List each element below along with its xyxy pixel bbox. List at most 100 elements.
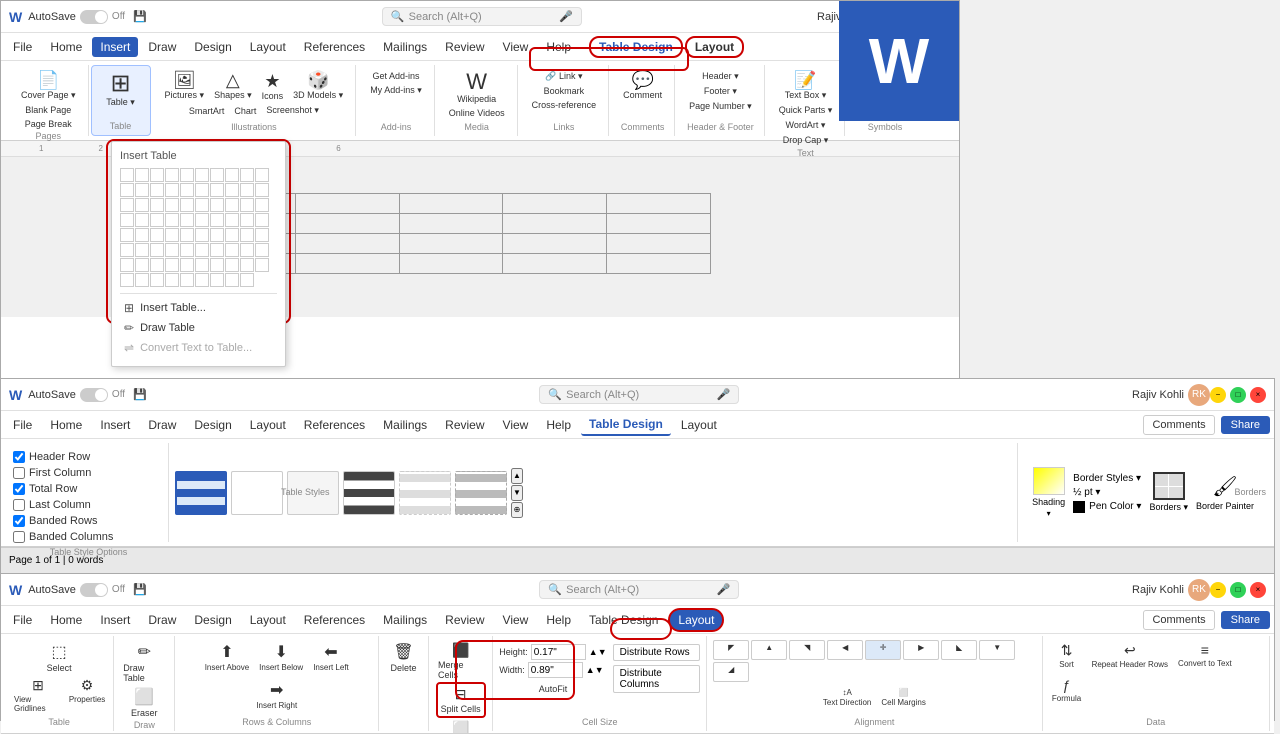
split-table-btn[interactable]: ⬜ Split Table bbox=[437, 718, 484, 734]
menu-insert-2[interactable]: Insert bbox=[92, 415, 138, 435]
table-grid-cell[interactable] bbox=[195, 198, 209, 212]
menu-file-1[interactable]: File bbox=[5, 37, 40, 57]
3d-models-btn[interactable]: 🎲 3D Models ▾ bbox=[289, 69, 347, 103]
table-grid-cell[interactable] bbox=[195, 168, 209, 182]
insert-below-btn[interactable]: ⬇ Insert Below bbox=[256, 640, 306, 674]
table-grid-cell[interactable] bbox=[225, 273, 239, 287]
formula-btn[interactable]: ƒ Formula bbox=[1049, 675, 1085, 705]
menu-layout-tab-2[interactable]: Layout bbox=[673, 415, 725, 435]
table-grid-cell[interactable] bbox=[240, 198, 254, 212]
comments-btn-2[interactable]: Comments bbox=[1143, 415, 1214, 435]
table-grid-cell[interactable] bbox=[195, 243, 209, 257]
table-grid-cell[interactable] bbox=[195, 183, 209, 197]
repeat-header-rows-btn[interactable]: ↩ Repeat Header Rows bbox=[1089, 640, 1171, 671]
table-grid-cell[interactable] bbox=[240, 228, 254, 242]
autosave-toggle-1[interactable] bbox=[80, 10, 108, 24]
menu-review-1[interactable]: Review bbox=[437, 37, 492, 57]
my-addins-btn[interactable]: My Add-ins ▾ bbox=[366, 83, 426, 98]
table-grid-cell[interactable] bbox=[150, 228, 164, 242]
footer-btn[interactable]: Footer ▾ bbox=[700, 84, 741, 99]
table-grid-cell[interactable] bbox=[150, 183, 164, 197]
table-grid-cell[interactable] bbox=[225, 243, 239, 257]
align-tl-btn[interactable]: ◤ bbox=[713, 640, 749, 660]
align-tc-btn[interactable]: ▲ bbox=[751, 640, 787, 660]
table-grid-cell[interactable] bbox=[255, 258, 269, 272]
menu-design-3[interactable]: Design bbox=[186, 610, 239, 630]
shapes-btn[interactable]: △ Shapes ▾ bbox=[210, 69, 256, 103]
first-column-checkbox[interactable]: First Column bbox=[13, 467, 164, 479]
save-icon-2[interactable]: 💾 bbox=[133, 388, 147, 401]
menu-review-2[interactable]: Review bbox=[437, 415, 492, 435]
table-grid-cell[interactable] bbox=[240, 258, 254, 272]
table-grid-cell[interactable] bbox=[195, 273, 209, 287]
link-btn[interactable]: 🔗 Link ▾ bbox=[541, 69, 586, 84]
menu-references-2[interactable]: References bbox=[296, 415, 373, 435]
table-grid-cell[interactable] bbox=[135, 273, 149, 287]
table-grid-cell[interactable] bbox=[180, 183, 194, 197]
merge-cells-btn[interactable]: ⬛ Merge Cells bbox=[435, 640, 486, 682]
shading-dropdown-arrow[interactable]: ▾ bbox=[1047, 509, 1051, 518]
table-grid-cell[interactable] bbox=[210, 258, 224, 272]
autofit-btn[interactable]: AutoFit bbox=[499, 682, 606, 696]
screenshot-btn[interactable]: Screenshot ▾ bbox=[262, 103, 323, 118]
quick-parts-btn[interactable]: Quick Parts ▾ bbox=[775, 103, 837, 118]
table-grid[interactable] bbox=[120, 168, 277, 287]
table-grid-cell[interactable] bbox=[210, 213, 224, 227]
table-grid-cell[interactable] bbox=[210, 243, 224, 257]
delete-btn[interactable]: 🗑 Delete bbox=[386, 640, 422, 675]
menu-mailings-1[interactable]: Mailings bbox=[375, 37, 435, 57]
table-grid-cell[interactable] bbox=[225, 168, 239, 182]
table-grid-cell[interactable] bbox=[210, 198, 224, 212]
online-videos-btn[interactable]: Online Videos bbox=[445, 106, 509, 120]
get-addins-btn[interactable]: Get Add-ins bbox=[368, 69, 423, 83]
height-input[interactable] bbox=[531, 644, 586, 660]
text-box-btn[interactable]: 📝 Text Box ▾ bbox=[781, 69, 831, 103]
menu-references-1[interactable]: References bbox=[296, 37, 373, 57]
table-grid-cell[interactable] bbox=[120, 198, 134, 212]
table-grid-cell[interactable] bbox=[210, 273, 224, 287]
menu-table-design-2[interactable]: Table Design bbox=[581, 414, 671, 436]
menu-layout-tab-3[interactable]: Layout bbox=[668, 608, 724, 632]
menu-design-1[interactable]: Design bbox=[186, 37, 239, 57]
menu-layout-tab-1[interactable]: Layout bbox=[685, 36, 744, 58]
table-grid-cell[interactable] bbox=[180, 213, 194, 227]
style-scroll-up[interactable]: ▲ bbox=[511, 468, 523, 484]
menu-file-3[interactable]: File bbox=[5, 610, 40, 630]
total-row-checkbox[interactable]: Total Row bbox=[13, 483, 164, 495]
header-row-checkbox[interactable]: Header Row bbox=[13, 451, 164, 463]
table-style-swatch-1[interactable] bbox=[175, 471, 227, 515]
properties-btn[interactable]: ⚙ Properties bbox=[67, 675, 107, 715]
table-grid-cell[interactable] bbox=[195, 228, 209, 242]
smartart-btn[interactable]: SmartArt bbox=[185, 104, 229, 118]
share-btn-3[interactable]: Share bbox=[1221, 611, 1270, 629]
autosave-toggle-2[interactable] bbox=[80, 388, 108, 402]
insert-left-btn[interactable]: ⬅ Insert Left bbox=[310, 640, 352, 674]
table-grid-cell[interactable] bbox=[255, 213, 269, 227]
align-br-btn[interactable]: ◢ bbox=[713, 662, 749, 682]
table-grid-cell[interactable] bbox=[135, 258, 149, 272]
menu-design-2[interactable]: Design bbox=[186, 415, 239, 435]
table-grid-cell[interactable] bbox=[225, 228, 239, 242]
insert-right-btn[interactable]: ➡ Insert Right bbox=[253, 678, 300, 712]
table-grid-cell[interactable] bbox=[165, 168, 179, 182]
comments-btn-3[interactable]: Comments bbox=[1143, 610, 1214, 630]
table-grid-cell[interactable] bbox=[240, 273, 254, 287]
menu-layout-2[interactable]: Layout bbox=[242, 415, 294, 435]
autosave-toggle-3[interactable] bbox=[80, 583, 108, 597]
menu-draw-1[interactable]: Draw bbox=[140, 37, 184, 57]
text-direction-btn[interactable]: ↕A Text Direction bbox=[820, 686, 874, 709]
insert-table-item[interactable]: ⊞ Insert Table... bbox=[120, 298, 277, 318]
align-mr-btn[interactable]: ▶ bbox=[903, 640, 939, 660]
align-ml-btn[interactable]: ◀ bbox=[827, 640, 863, 660]
table-grid-cell[interactable] bbox=[120, 168, 134, 182]
menu-help-1[interactable]: Help bbox=[538, 37, 579, 57]
table-grid-cell[interactable] bbox=[255, 228, 269, 242]
header-btn[interactable]: Header ▾ bbox=[698, 69, 743, 84]
table-grid-cell[interactable] bbox=[255, 198, 269, 212]
menu-table-design-1[interactable]: Table Design bbox=[589, 36, 683, 58]
drop-cap-btn[interactable]: Drop Cap ▾ bbox=[779, 133, 833, 148]
blank-page-btn[interactable]: Blank Page bbox=[21, 103, 75, 117]
align-mc-btn[interactable]: ✛ bbox=[865, 640, 901, 660]
table-grid-cell[interactable] bbox=[225, 258, 239, 272]
save-icon-1[interactable]: 💾 bbox=[133, 10, 147, 23]
